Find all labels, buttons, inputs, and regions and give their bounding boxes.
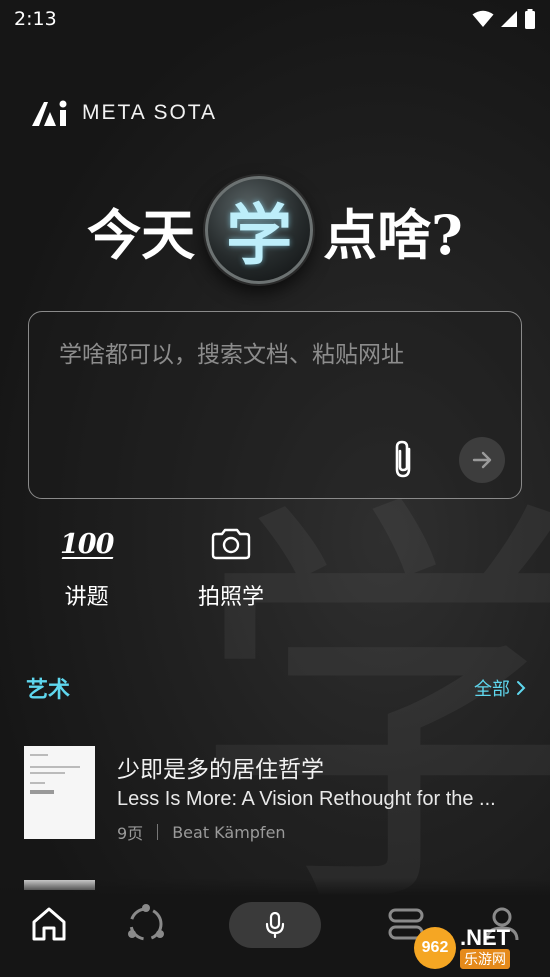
status-time: 2:13	[14, 8, 57, 30]
quick-action-explain[interactable]: 100 讲题	[60, 525, 114, 611]
search-input[interactable]: 学啥都可以，搜索文档、粘贴网址	[28, 311, 522, 499]
watermark-text: .NET 乐游网	[460, 925, 511, 969]
watermark-suffix: .NET	[460, 925, 511, 950]
section-more-label: 全部	[474, 679, 510, 700]
watermark-badge: 962 .NET 乐游网	[414, 925, 544, 971]
100-icon: 100	[60, 525, 114, 563]
meta-sota-logo-icon	[32, 100, 67, 126]
submit-button[interactable]	[459, 437, 505, 483]
headline-highlight: 学	[226, 196, 293, 274]
headline: 今天 学 点啥?	[0, 172, 550, 288]
document-pages: 9页	[117, 824, 144, 843]
brand-logo: META SOTA	[30, 98, 217, 128]
document-subtitle: Less Is More: A Vision Rethought for the…	[117, 788, 496, 810]
paperclip-icon	[395, 440, 411, 478]
meta-divider	[157, 824, 159, 840]
watermark-number: 962	[414, 927, 456, 969]
section-more-link[interactable]: 全部	[474, 675, 526, 701]
document-meta: 9页 Beat Kämpfen	[117, 820, 286, 844]
status-bar: 2:13	[0, 0, 550, 38]
nav-discover[interactable]	[124, 902, 168, 946]
status-icons	[472, 9, 536, 29]
arrow-right-icon	[472, 451, 492, 469]
nav-mic[interactable]	[229, 902, 321, 948]
chevron-right-icon	[517, 681, 526, 695]
discover-icon	[128, 904, 164, 941]
home-icon	[32, 907, 66, 941]
watermark-cn: 乐游网	[460, 949, 511, 969]
signal-icon	[501, 11, 517, 27]
search-placeholder: 学啥都可以，搜索文档、粘贴网址	[59, 342, 404, 368]
wifi-icon	[472, 10, 494, 27]
document-author: Beat Kämpfen	[172, 822, 286, 842]
battery-icon	[525, 9, 535, 29]
mic-icon	[265, 912, 285, 938]
nav-home[interactable]	[27, 902, 71, 946]
section-header: 艺术 全部	[26, 672, 526, 704]
section-title: 艺术	[26, 678, 71, 703]
quick-action-label: 讲题	[64, 585, 109, 610]
100-icon-text: 100	[60, 528, 114, 560]
headline-orb: 学	[205, 176, 314, 284]
document-item[interactable]: 少即是多的居住哲学 Less Is More: A Vision Rethoug…	[24, 746, 524, 843]
headline-part1: 今天	[87, 202, 196, 267]
document-thumbnail	[24, 746, 95, 839]
document-title: 少即是多的居住哲学	[117, 757, 324, 783]
brand-name: META SOTA	[82, 101, 218, 124]
camera-icon	[210, 525, 252, 563]
headline-part2: 点啥?	[323, 202, 463, 267]
quick-action-label: 拍照学	[198, 585, 265, 610]
quick-action-photo[interactable]: 拍照学	[198, 525, 264, 611]
attach-button[interactable]	[389, 439, 419, 479]
